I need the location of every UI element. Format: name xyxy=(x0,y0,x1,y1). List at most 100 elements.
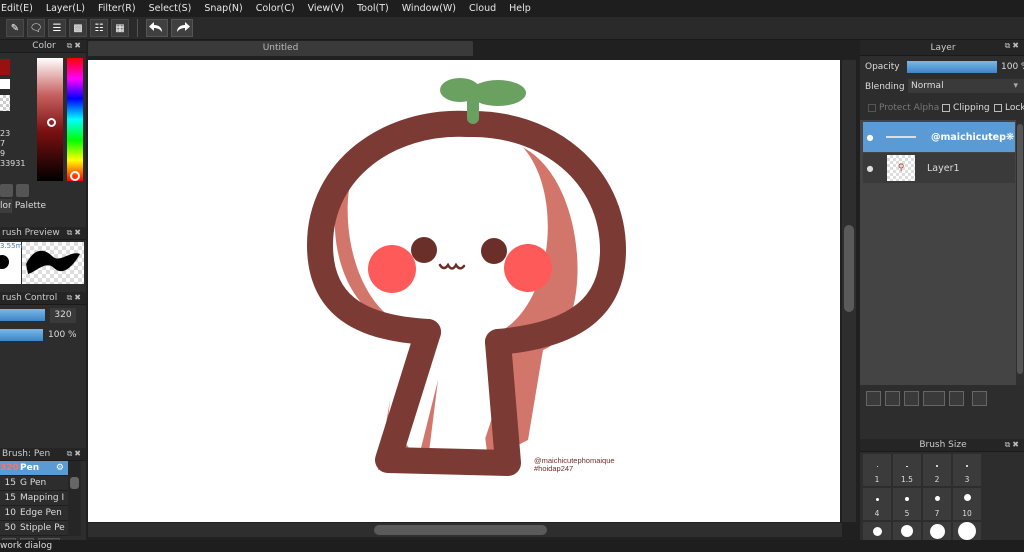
artwork-eye xyxy=(481,238,507,264)
panel-icon[interactable]: ▩ xyxy=(69,19,87,37)
new-1bit-layer-icon[interactable] xyxy=(904,391,919,406)
secondary-color-swatch[interactable] xyxy=(0,79,10,89)
chevron-down-icon: ▾ xyxy=(1013,81,1018,91)
canvas[interactable]: @maichicutephomaique #hoidap247 xyxy=(88,60,840,522)
gear-icon[interactable]: ❋ xyxy=(1006,132,1014,143)
brush-tool-icon[interactable]: ✎ xyxy=(6,19,24,37)
brush-dot-preview: 3.55m xyxy=(0,242,22,284)
menu-help[interactable]: Help xyxy=(503,0,538,17)
brush-size-15[interactable] xyxy=(863,522,891,542)
color-panel-header: Color ⧉✖ xyxy=(0,40,86,53)
panel-controls-icon[interactable]: ⧉✖ xyxy=(67,449,83,459)
menu-snap[interactable]: Snap(N) xyxy=(198,0,249,17)
color-mix-icon[interactable] xyxy=(16,184,29,197)
tab-color[interactable]: lor xyxy=(0,199,11,213)
comment-icon[interactable]: ☰ xyxy=(48,19,66,37)
hue-slider[interactable] xyxy=(67,58,83,181)
brush-size-10[interactable]: 10 xyxy=(953,488,981,520)
layer-panel-title: Layer xyxy=(930,42,956,53)
horizontal-scrollbar-thumb[interactable] xyxy=(374,525,547,535)
menu-select[interactable]: Select(S) xyxy=(143,0,199,17)
brush-size-panel-title: Brush Size xyxy=(919,440,967,450)
brush-list-header: Brush: Pen ⧉✖ xyxy=(0,448,86,461)
new-halftone-layer-icon[interactable] xyxy=(885,391,900,406)
lock-checkbox[interactable]: Lock xyxy=(994,103,1024,113)
brush-control: 320 100 % xyxy=(0,305,86,345)
new-layer-icon[interactable] xyxy=(866,391,881,406)
menu-tool[interactable]: Tool(T) xyxy=(351,0,396,17)
panel-controls-icon[interactable]: ⧉✖ xyxy=(67,41,83,51)
brush-size-grid: 1 1.5 2 3 4 5 7 10 xyxy=(860,452,1024,542)
brush-size-1-5[interactable]: 1.5 xyxy=(893,454,921,486)
brush-size-5[interactable]: 5 xyxy=(893,488,921,520)
folder-icon[interactable] xyxy=(949,391,964,406)
tab-palette[interactable]: Palette xyxy=(11,199,49,213)
undo-button[interactable] xyxy=(146,19,168,37)
left-panel: Color ⧉✖ 23 7 9 33931 lor Palette rush P… xyxy=(0,40,86,552)
layer-list-scrollbar[interactable] xyxy=(1016,120,1024,385)
brush-control-title: rush Control xyxy=(2,293,58,303)
list-item[interactable]: 15 G Pen xyxy=(0,476,68,491)
clipping-checkbox[interactable]: Clipping xyxy=(942,103,990,113)
brush-list-scrollbar[interactable] xyxy=(68,461,81,536)
brush-size-40[interactable] xyxy=(953,522,981,542)
brush-size-3[interactable]: 3 xyxy=(953,454,981,486)
list-item[interactable]: 15 Mapping I xyxy=(0,491,68,506)
menu-view[interactable]: View(V) xyxy=(302,0,351,17)
vertical-scrollbar[interactable] xyxy=(842,60,856,522)
list-item[interactable]: 320 Pen ⚙ xyxy=(0,461,68,476)
redo-button[interactable] xyxy=(171,19,193,37)
brush-size-7[interactable]: 7 xyxy=(923,488,951,520)
brush-size-20[interactable] xyxy=(893,522,921,542)
transparent-swatch[interactable] xyxy=(0,95,10,111)
opacity-slider[interactable] xyxy=(907,61,997,73)
menu-filter[interactable]: Filter(R) xyxy=(92,0,143,17)
layer-name: Layer1 xyxy=(927,162,960,174)
eye-icon[interactable]: ● xyxy=(863,164,877,173)
duplicate-layer-icon[interactable] xyxy=(972,391,987,406)
list-item[interactable]: 50 Stipple Pe xyxy=(0,521,68,536)
brush-opacity-slider-fill xyxy=(0,329,43,341)
panel-controls-icon[interactable]: ⧉✖ xyxy=(1005,440,1021,450)
panel-controls-icon[interactable]: ⧉✖ xyxy=(67,228,83,238)
brush-size-2[interactable]: 2 xyxy=(923,454,951,486)
eyedropper-icon[interactable] xyxy=(0,184,13,197)
brush-size-30[interactable] xyxy=(923,522,951,542)
document-tab[interactable]: Untitled xyxy=(88,41,473,56)
panel-controls-icon[interactable]: ⧉✖ xyxy=(1005,41,1021,51)
brush-size-1[interactable]: 1 xyxy=(863,454,891,486)
speech-bubble-icon[interactable]: 🗨 xyxy=(27,19,45,37)
layer-name: @maichicutep xyxy=(931,131,1006,143)
menu-layer[interactable]: Layer(L) xyxy=(40,0,92,17)
brush-size-slider[interactable] xyxy=(0,309,45,321)
brush-opacity-slider[interactable] xyxy=(0,329,43,341)
brush-list-title: Brush: Pen xyxy=(2,449,51,459)
list-item[interactable]: 10 Edge Pen xyxy=(0,506,68,521)
menu-color[interactable]: Color(C) xyxy=(250,0,302,17)
panel-controls-icon[interactable]: ⧉✖ xyxy=(67,293,83,303)
layer-item-layer1[interactable]: ● ⚲ Layer1 xyxy=(863,153,1015,183)
eye-icon[interactable]: ● xyxy=(863,133,877,142)
brush-size-value[interactable]: 320 xyxy=(50,308,76,323)
add-layer-menu-icon[interactable] xyxy=(923,391,945,406)
layer-list: ● @maichicutep ❋ ● ⚲ Layer1 xyxy=(860,120,1024,385)
hue-cursor[interactable] xyxy=(70,171,80,181)
menu-window[interactable]: Window(W) xyxy=(396,0,463,17)
protect-alpha-checkbox[interactable]: Protect Alpha xyxy=(868,103,939,113)
brush-list: 320 Pen ⚙ 15 G Pen 15 Mapping I 10 Edge Pen 5… xyxy=(0,461,86,536)
horizontal-scrollbar[interactable] xyxy=(88,523,842,537)
blending-select[interactable]: Normal ▾ xyxy=(908,79,1024,93)
brush-opacity-value: 100 % xyxy=(48,330,77,340)
color-picker-cursor[interactable] xyxy=(47,118,56,127)
layer-item-maichicutep[interactable]: ● @maichicutep ❋ xyxy=(863,122,1015,152)
brush-size-4[interactable]: 4 xyxy=(863,488,891,520)
vertical-scrollbar-thumb[interactable] xyxy=(844,225,854,312)
menu-cloud[interactable]: Cloud xyxy=(463,0,503,17)
list-icon[interactable]: ☷ xyxy=(90,19,108,37)
color-sv-picker[interactable] xyxy=(37,58,63,181)
menu-edit[interactable]: Edit(E) xyxy=(0,0,40,17)
grid-icon[interactable]: ▦ xyxy=(111,19,129,37)
watermark-hashtag: #hoidap247 xyxy=(534,464,573,473)
primary-color-swatch[interactable] xyxy=(0,59,10,75)
artwork-leaf xyxy=(470,80,526,106)
